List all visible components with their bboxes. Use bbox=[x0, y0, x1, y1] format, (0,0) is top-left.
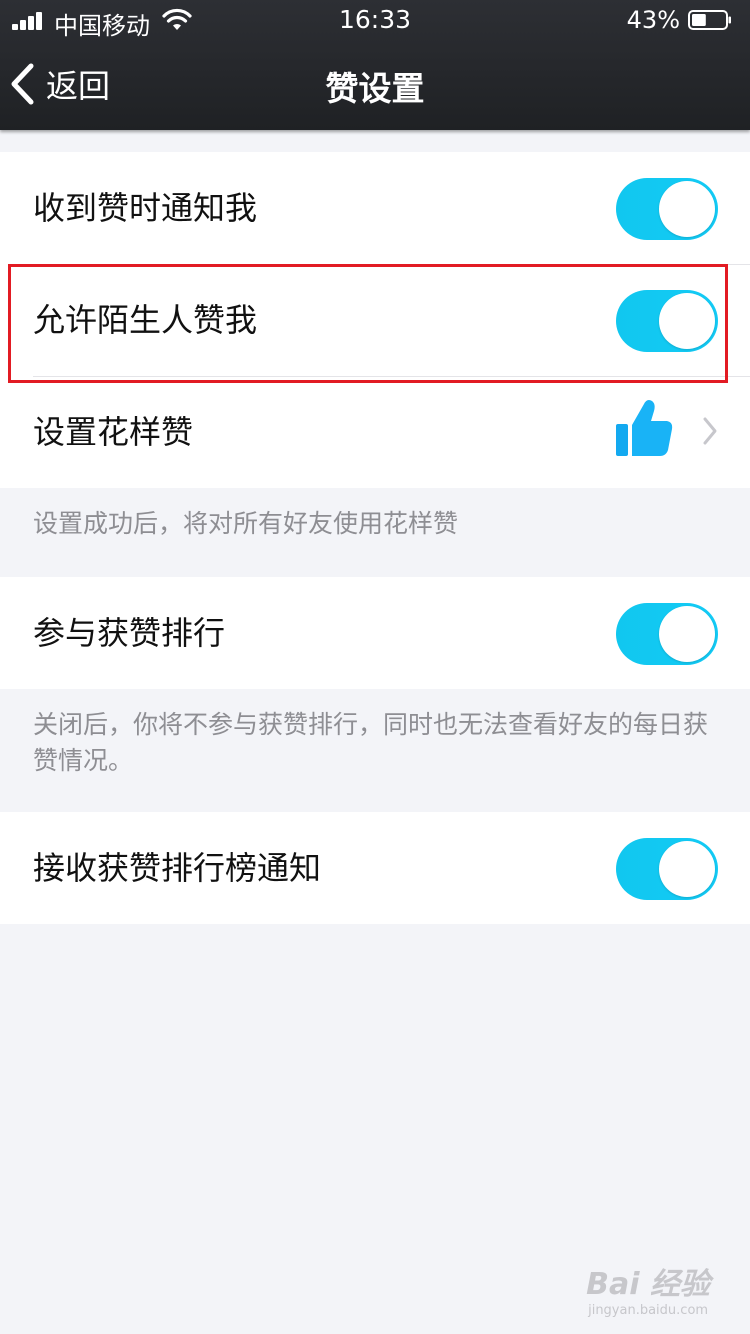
battery-icon bbox=[688, 10, 731, 30]
setting-row-ranking[interactable]: 参与获赞排行 bbox=[0, 577, 750, 689]
settings-group-2: 参与获赞排行 bbox=[0, 577, 750, 689]
thumbs-up-icon bbox=[616, 400, 673, 456]
setting-label: 参与获赞排行 bbox=[33, 614, 226, 652]
settings-group-3: 接收获赞排行榜通知 bbox=[0, 812, 750, 924]
battery-percentage: 43% bbox=[626, 6, 680, 34]
page-title: 赞设置 bbox=[325, 69, 425, 108]
watermark: Bai 经验 jingyan.baidu.com bbox=[586, 1259, 710, 1318]
watermark-url: jingyan.baidu.com bbox=[588, 1303, 709, 1318]
ranking-note: 关闭后，你将不参与获赞排行，同时也无法查看好友的每日获赞情况。 bbox=[33, 710, 709, 775]
ranking-notify-toggle[interactable] bbox=[616, 838, 718, 900]
setting-row-ranking-notify[interactable]: 接收获赞排行榜通知 bbox=[0, 812, 750, 924]
toggle-knob bbox=[659, 841, 715, 897]
toggle-knob bbox=[659, 181, 715, 237]
setting-label: 收到赞时通知我 bbox=[33, 189, 258, 227]
setting-label: 设置花样赞 bbox=[33, 413, 194, 451]
ranking-toggle[interactable] bbox=[616, 603, 718, 665]
setting-row-notify-on-like[interactable]: 收到赞时通知我 bbox=[0, 152, 750, 264]
top-bar: 中国移动 16:33 43% 返回 赞设置 bbox=[0, 0, 750, 130]
notify-on-like-toggle[interactable] bbox=[616, 178, 718, 240]
fancy-like-note: 设置成功后，将对所有好友使用花样赞 bbox=[33, 509, 459, 538]
status-bar: 中国移动 16:33 43% bbox=[0, 0, 750, 40]
setting-row-fancy-like[interactable]: 设置花样赞 bbox=[0, 376, 750, 488]
watermark-logo: Bai 经验 bbox=[586, 1267, 710, 1302]
toggle-knob bbox=[659, 606, 715, 662]
navigation-bar: 返回 赞设置 bbox=[0, 40, 750, 128]
chevron-right-icon bbox=[703, 417, 717, 445]
highlight-box bbox=[8, 264, 728, 383]
setting-label: 接收获赞排行榜通知 bbox=[33, 849, 322, 887]
